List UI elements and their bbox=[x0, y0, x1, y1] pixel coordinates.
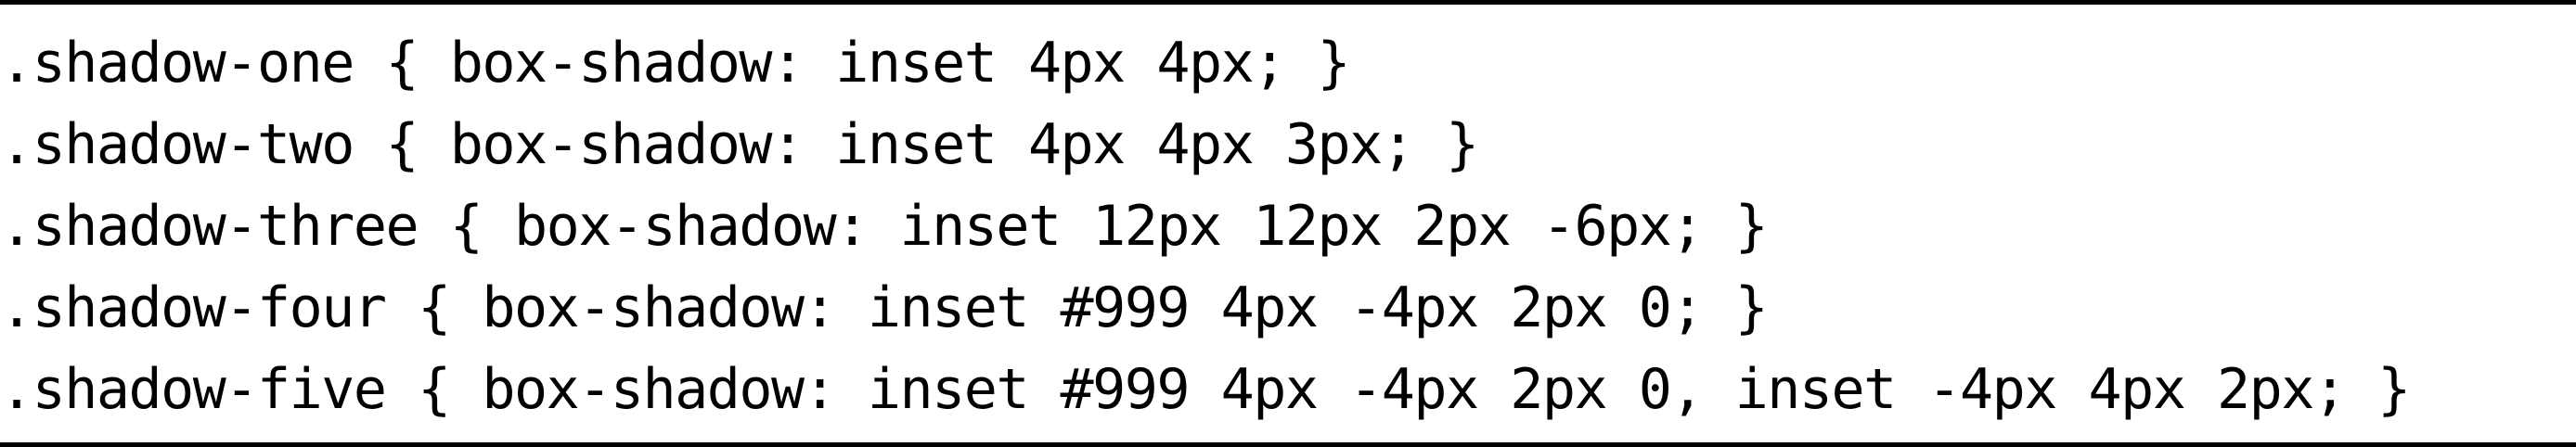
code-line-shadow-one: .shadow-one { box-shadow: inset 4px 4px;… bbox=[0, 31, 1351, 96]
code-line-shadow-two: .shadow-two { box-shadow: inset 4px 4px … bbox=[0, 112, 1479, 177]
code-listing-panel: .shadow-one { box-shadow: inset 4px 4px;… bbox=[0, 0, 2576, 447]
code-line-shadow-five: .shadow-five { box-shadow: inset #999 4p… bbox=[0, 357, 2411, 422]
code-line-shadow-four: .shadow-four { box-shadow: inset #999 4p… bbox=[0, 275, 1769, 340]
code-block: .shadow-one { box-shadow: inset 4px 4px;… bbox=[0, 22, 2411, 430]
code-line-shadow-three: .shadow-three { box-shadow: inset 12px 1… bbox=[0, 194, 1769, 259]
